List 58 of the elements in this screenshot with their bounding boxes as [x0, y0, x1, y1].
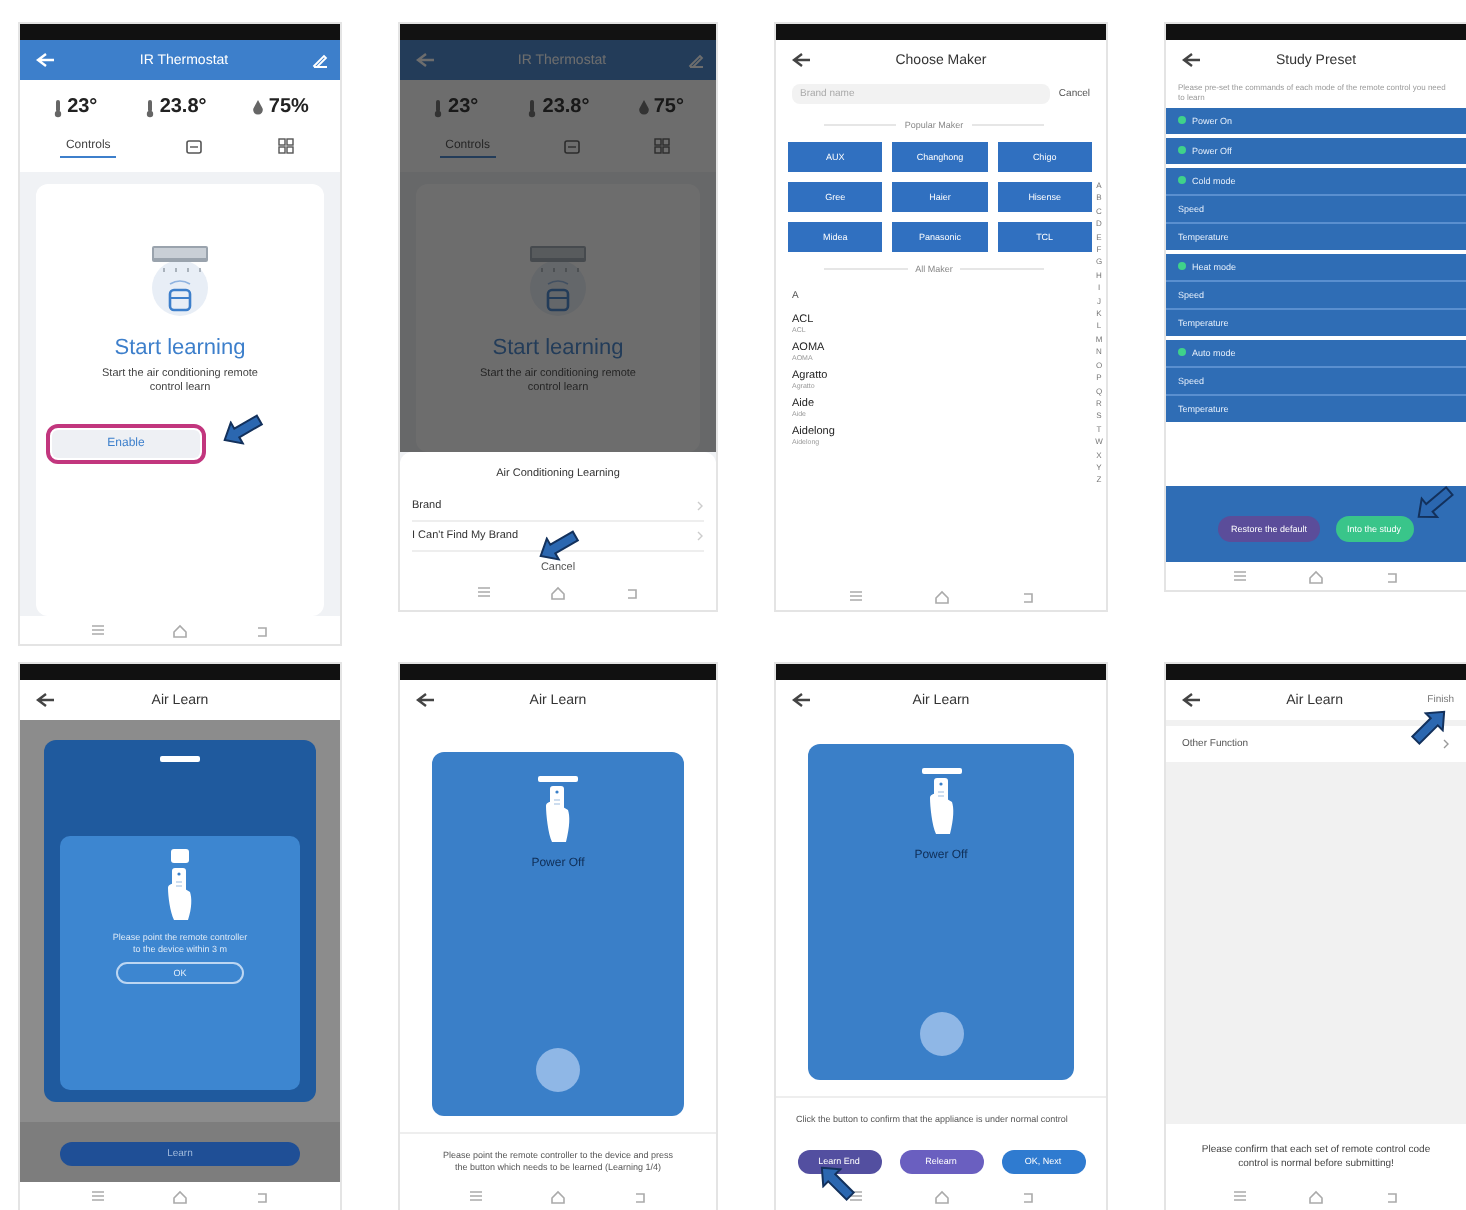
- back-icon[interactable]: [1178, 690, 1202, 710]
- back-icon[interactable]: [32, 50, 56, 70]
- learn-circle-button[interactable]: [536, 1048, 580, 1093]
- home-icon[interactable]: [549, 1189, 566, 1203]
- device-icon: [170, 848, 190, 864]
- reading-value: 75%: [268, 96, 309, 118]
- home-icon[interactable]: [549, 585, 566, 599]
- chevron-icon: [696, 500, 704, 512]
- reading-value: 23°: [448, 96, 479, 118]
- home-icon[interactable]: [933, 1189, 949, 1203]
- return-icon[interactable]: [1384, 1189, 1400, 1203]
- thermometer-icon: [51, 97, 64, 117]
- home-icon[interactable]: [171, 1189, 188, 1203]
- return-icon[interactable]: [254, 623, 271, 637]
- status-dot: [1178, 116, 1186, 125]
- air-conditioner-bar: [921, 768, 961, 774]
- grid-icon: [654, 138, 671, 154]
- status-dot: [1178, 176, 1186, 185]
- return-icon[interactable]: [1019, 1189, 1035, 1203]
- air-conditioner-bar: [538, 776, 578, 782]
- home-icon[interactable]: [1308, 569, 1324, 583]
- droplet-icon: [252, 98, 265, 116]
- home-icon[interactable]: [171, 623, 188, 637]
- status-dot: [1178, 262, 1186, 271]
- learning-heading: Start learning: [492, 336, 624, 360]
- screen-icon: [564, 139, 581, 153]
- back-icon[interactable]: [412, 690, 436, 710]
- home-icon[interactable]: [933, 589, 949, 603]
- edit-icon[interactable]: [312, 52, 328, 68]
- status-dot: [1178, 348, 1186, 357]
- return-icon[interactable]: [1019, 589, 1035, 603]
- back-icon[interactable]: [1178, 50, 1202, 70]
- back-icon[interactable]: [32, 690, 56, 710]
- return-icon[interactable]: [631, 1189, 648, 1203]
- chevron-icon: [696, 530, 704, 542]
- back-icon[interactable]: [788, 50, 812, 70]
- learning-heading: Start learning: [114, 336, 246, 360]
- return-icon[interactable]: [623, 585, 640, 599]
- reading-value: 23.8°: [542, 96, 590, 118]
- droplet-icon: [637, 98, 650, 116]
- learn-circle-button[interactable]: [919, 1012, 963, 1057]
- chevron-icon: [1442, 738, 1450, 750]
- return-icon[interactable]: [254, 1189, 271, 1203]
- reading-value: 23°: [67, 96, 98, 118]
- grid-icon: [278, 138, 295, 154]
- return-icon[interactable]: [1384, 569, 1400, 583]
- menu-icon[interactable]: [847, 1190, 863, 1202]
- edit-icon[interactable]: [688, 52, 704, 68]
- air-conditioner-bar: [160, 756, 200, 762]
- screen-icon: [186, 139, 203, 153]
- back-icon[interactable]: [788, 690, 812, 710]
- thermometer-icon: [143, 97, 156, 117]
- status-dot: [1178, 146, 1186, 155]
- reading-value: 75°: [653, 96, 684, 118]
- home-icon[interactable]: [1308, 1189, 1324, 1203]
- reading-value: 23.8°: [159, 96, 207, 118]
- thermometer-icon: [432, 97, 445, 117]
- thermometer-icon: [526, 97, 539, 117]
